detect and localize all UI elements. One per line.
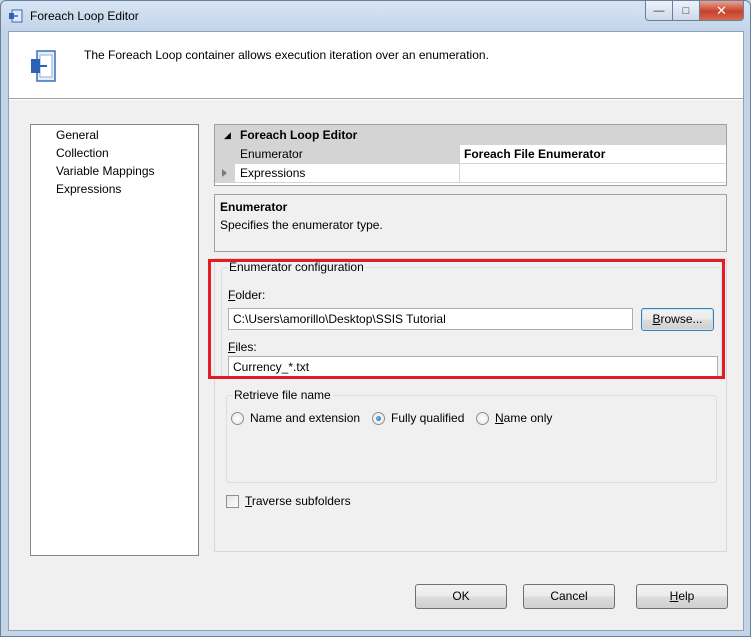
window-title: Foreach Loop Editor [30,9,139,23]
header-divider [9,98,743,100]
radio-name-only[interactable]: Name only [476,410,552,426]
help-button[interactable]: Help [636,584,728,609]
grid-row-value[interactable]: Foreach File Enumerator [464,145,605,163]
traverse-text: raverse subfolders [251,494,351,508]
ok-button[interactable]: OK [415,584,507,609]
close-icon: ✕ [716,2,727,18]
files-label-text: iles: [235,340,257,354]
grid-column-separator [459,145,460,164]
name-only-mnemonic: N [495,411,504,425]
radio-fully-qualified[interactable]: Fully qualified [372,410,464,426]
checkbox-box[interactable] [226,494,239,508]
maximize-icon: □ [682,4,690,17]
grid-category-label: Foreach Loop Editor [240,128,358,142]
maximize-button[interactable]: □ [672,1,699,21]
header-description: The Foreach Loop container allows execut… [84,48,489,62]
nav-item-collection[interactable]: Collection [56,145,109,162]
property-description-box: Enumerator Specifies the enumerator type… [214,194,727,252]
description-title: Enumerator [220,200,288,214]
enumerator-configuration-group: Enumerator configuration Folder: C:\User… [221,260,722,379]
collapse-icon[interactable]: ◢ [224,125,231,145]
files-label: Files: [228,340,257,354]
group-title: Retrieve file name [232,388,333,402]
folder-label-text: older: [235,288,266,302]
nav-item-expressions[interactable]: Expressions [56,181,121,198]
nav-item-variable-mappings[interactable]: Variable Mappings [56,163,155,180]
foreach-loop-small-icon [9,9,23,23]
radio-name-and-extension[interactable]: Name and extension [231,410,360,426]
title-bar[interactable]: Foreach Loop Editor — □ ✕ [1,1,750,31]
radio-button[interactable] [476,411,489,425]
grid-row-name: Expressions [240,166,306,180]
radio-label: Name only [495,411,552,425]
grid-row-name: Enumerator [240,147,303,161]
browse-mnemonic: B [652,312,661,326]
name-only-text: ame only [503,411,553,425]
help-label: elp [678,589,695,603]
checkbox-label: Traverse subfolders [245,494,351,508]
enumerator-config-panel: Enumerator configuration Folder: C:\User… [214,258,727,552]
traverse-mnemonic: T [245,494,252,508]
browse-button[interactable]: Browse... [641,308,714,331]
cancel-button[interactable]: Cancel [523,584,615,609]
radio-label: Fully qualified [391,411,465,425]
header-band: The Foreach Loop container allows execut… [9,32,743,98]
grid-category-row[interactable]: ◢ Foreach Loop Editor [215,125,726,145]
minimize-icon: — [653,4,665,17]
page-nav-list: General Collection Variable Mappings Exp… [30,124,199,556]
window-controls: — □ ✕ [645,1,744,21]
radio-button[interactable] [231,411,244,425]
nav-item-general[interactable]: General [56,127,99,144]
traverse-subfolders-checkbox[interactable]: Traverse subfolders [226,494,351,508]
description-text: Specifies the enumerator type. [220,218,383,232]
folder-label: Folder: [228,288,265,302]
radio-button-selected[interactable] [372,411,385,425]
retrieve-file-name-group: Retrieve file name Name and extension Fu… [226,388,717,483]
expand-arrow-icon[interactable] [222,169,227,177]
close-button[interactable]: ✕ [699,1,744,21]
minimize-button[interactable]: — [645,1,672,21]
property-grid: ◢ Foreach Loop Editor Enumerator Foreach… [214,124,727,186]
grid-row-enumerator[interactable]: Enumerator Foreach File Enumerator [215,145,726,164]
radio-label: Name and extension [250,411,361,425]
grid-row-expressions[interactable]: Expressions [215,164,726,183]
files-input[interactable]: Currency_*.txt [228,356,718,378]
dialog-window: Foreach Loop Editor — □ ✕ The Foreach Lo… [0,0,751,637]
group-title: Enumerator configuration [227,260,366,274]
foreach-loop-icon [31,50,56,82]
grid-gutter [215,164,235,183]
grid-column-separator [459,164,460,183]
browse-label: rowse... [660,312,703,326]
grid-gutter [215,145,235,164]
folder-input[interactable]: C:\Users\amorillo\Desktop\SSIS Tutorial [228,308,633,330]
grid-row-line [235,182,726,183]
dialog-client: The Foreach Loop container allows execut… [8,31,744,631]
